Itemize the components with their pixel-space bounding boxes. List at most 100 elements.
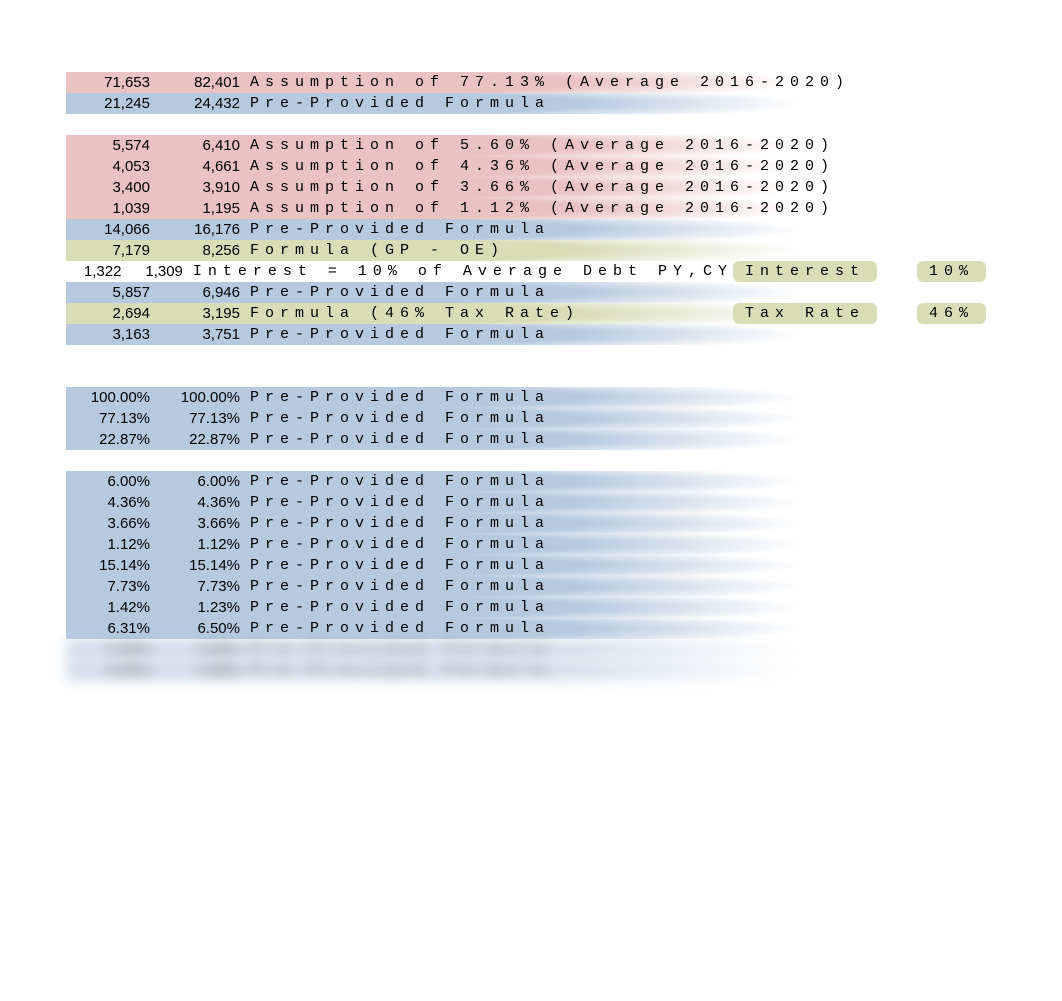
value-col-b: 100.00% bbox=[156, 387, 246, 408]
table-row: 1.12%1.12%Pre-Provided Formula bbox=[66, 534, 986, 555]
table-row: 3.66%3.66%Pre-Provided Formula bbox=[66, 513, 986, 534]
value-col-b: 4,661 bbox=[156, 156, 246, 177]
value-col-a: 3,400 bbox=[66, 177, 156, 198]
value-col-b: 1.12% bbox=[156, 534, 246, 555]
table-row: 6.31%6.50%Pre-Provided Formula bbox=[66, 618, 986, 639]
value-col-a: 100.00% bbox=[66, 387, 156, 408]
spacer-row bbox=[66, 450, 986, 471]
value-col-b: 3,751 bbox=[156, 324, 246, 345]
value-col-a: 71,653 bbox=[66, 72, 156, 93]
note-text: Pre-Provided Formula bbox=[246, 282, 550, 303]
value-col-a: 7,179 bbox=[66, 240, 156, 261]
table-row: 4,0534,661Assumption of 4.36% (Average 2… bbox=[66, 156, 986, 177]
value-col-a: 1,322 bbox=[66, 261, 127, 282]
value-col-b: 82,401 bbox=[156, 72, 246, 93]
value-col-a: 0.00% bbox=[66, 660, 156, 681]
value-col-b: 16,176 bbox=[156, 219, 246, 240]
value-col-a: 6.00% bbox=[66, 471, 156, 492]
table-row: 5,5746,410Assumption of 5.60% (Average 2… bbox=[66, 135, 986, 156]
value-col-b: 3,195 bbox=[156, 303, 246, 324]
side-annotation: Tax Rate 46% bbox=[733, 303, 986, 324]
table-row: 1.42%1.23%Pre-Provided Formula bbox=[66, 597, 986, 618]
note-text: Formula (GP - OE) bbox=[246, 240, 505, 261]
table-row: 14,06616,176Pre-Provided Formula bbox=[66, 219, 986, 240]
table-row: 6.00%6.00%Pre-Provided Formula bbox=[66, 471, 986, 492]
value-col-a: 22.87% bbox=[66, 429, 156, 450]
value-col-b: 7.73% bbox=[156, 576, 246, 597]
note-text: Assumption of 77.13% (Average 2016-2020) bbox=[246, 72, 850, 93]
table-row: 3,4003,910Assumption of 3.66% (Average 2… bbox=[66, 177, 986, 198]
table-row: 4.36%4.36%Pre-Provided Formula bbox=[66, 492, 986, 513]
value-col-b: 4.36% bbox=[156, 492, 246, 513]
note-text: Pre-Provided Formula bbox=[246, 576, 550, 597]
spacer-row bbox=[66, 345, 986, 366]
value-col-b: 8,256 bbox=[156, 240, 246, 261]
note-text: Assumption of 1.12% (Average 2016-2020) bbox=[246, 198, 835, 219]
table-row: 22.87%22.87%Pre-Provided Formula bbox=[66, 429, 986, 450]
note-text: Pre-Provided Formula bbox=[246, 408, 550, 429]
table-row: 1,0391,195Assumption of 1.12% (Average 2… bbox=[66, 198, 986, 219]
note-text: Interest = 10% of Average Debt PY,CY bbox=[189, 261, 733, 282]
side-value: 10% bbox=[917, 261, 986, 282]
note-text: Pre-Provided Formula bbox=[246, 429, 550, 450]
value-col-a: 15.14% bbox=[66, 555, 156, 576]
note-text: Pre-Provided Formula bbox=[246, 492, 550, 513]
note-text: Assumption of 4.36% (Average 2016-2020) bbox=[246, 156, 835, 177]
table-row: 1,3221,309Interest = 10% of Average Debt… bbox=[66, 261, 986, 282]
note-text: Pre-Provided Formula bbox=[246, 597, 550, 618]
value-col-a: 21,245 bbox=[66, 93, 156, 114]
value-col-a: 77.13% bbox=[66, 408, 156, 429]
note-text: Pre-Provided Formula bbox=[246, 534, 550, 555]
table-row: 7,1798,256Formula (GP - OE) bbox=[66, 240, 986, 261]
value-col-b: 6.00% bbox=[156, 471, 246, 492]
value-col-a: 2,694 bbox=[66, 303, 156, 324]
note-text: Assumption of 5.60% (Average 2016-2020) bbox=[246, 135, 835, 156]
note-text: Pre-Provided Formula bbox=[246, 324, 550, 345]
side-label: Tax Rate bbox=[733, 303, 877, 324]
value-col-b: 1,309 bbox=[127, 261, 188, 282]
table-row: 5,8576,946Pre-Provided Formula bbox=[66, 282, 986, 303]
side-value: 46% bbox=[917, 303, 986, 324]
value-col-b: 22.87% bbox=[156, 429, 246, 450]
note-text: Pre-Provided Formula bbox=[246, 660, 550, 681]
financial-table: 71,65382,401Assumption of 77.13% (Averag… bbox=[66, 72, 986, 681]
value-col-b: 0.00% bbox=[156, 660, 246, 681]
value-col-b: 77.13% bbox=[156, 408, 246, 429]
note-text: Pre-Provided Formula bbox=[246, 387, 550, 408]
table-row: 0.00%0.00%Pre-Provided Formula bbox=[66, 639, 986, 660]
table-row: 71,65382,401Assumption of 77.13% (Averag… bbox=[66, 72, 986, 93]
note-text: Formula (46% Tax Rate) bbox=[246, 303, 580, 324]
value-col-a: 4,053 bbox=[66, 156, 156, 177]
value-col-a: 1.12% bbox=[66, 534, 156, 555]
value-col-a: 1,039 bbox=[66, 198, 156, 219]
value-col-a: 3,163 bbox=[66, 324, 156, 345]
table-row: 21,24524,432Pre-Provided Formula bbox=[66, 93, 986, 114]
note-text: Assumption of 3.66% (Average 2016-2020) bbox=[246, 177, 835, 198]
side-label: Interest bbox=[733, 261, 877, 282]
table-row: 15.14%15.14%Pre-Provided Formula bbox=[66, 555, 986, 576]
value-col-b: 3.66% bbox=[156, 513, 246, 534]
table-row: 3,1633,751Pre-Provided Formula bbox=[66, 324, 986, 345]
value-col-b: 6,946 bbox=[156, 282, 246, 303]
spacer-row bbox=[66, 114, 986, 135]
note-text: Pre-Provided Formula bbox=[246, 471, 550, 492]
table-row: 0.00%0.00%Pre-Provided Formula bbox=[66, 660, 986, 681]
table-row: 77.13%77.13%Pre-Provided Formula bbox=[66, 408, 986, 429]
note-text: Pre-Provided Formula bbox=[246, 618, 550, 639]
table-row: 7.73%7.73%Pre-Provided Formula bbox=[66, 576, 986, 597]
value-col-a: 7.73% bbox=[66, 576, 156, 597]
note-text: Pre-Provided Formula bbox=[246, 555, 550, 576]
value-col-a: 1.42% bbox=[66, 597, 156, 618]
note-text: Pre-Provided Formula bbox=[246, 93, 550, 114]
value-col-b: 3,910 bbox=[156, 177, 246, 198]
value-col-b: 6,410 bbox=[156, 135, 246, 156]
value-col-a: 3.66% bbox=[66, 513, 156, 534]
note-text: Pre-Provided Formula bbox=[246, 219, 550, 240]
note-text: Pre-Provided Formula bbox=[246, 513, 550, 534]
value-col-b: 1,195 bbox=[156, 198, 246, 219]
note-text: Pre-Provided Formula bbox=[246, 639, 550, 660]
table-row: 100.00%100.00%Pre-Provided Formula bbox=[66, 387, 986, 408]
value-col-b: 24,432 bbox=[156, 93, 246, 114]
side-annotation: Interest 10% bbox=[733, 261, 986, 282]
table-row: 2,6943,195Formula (46% Tax Rate) Tax Rate… bbox=[66, 303, 986, 324]
